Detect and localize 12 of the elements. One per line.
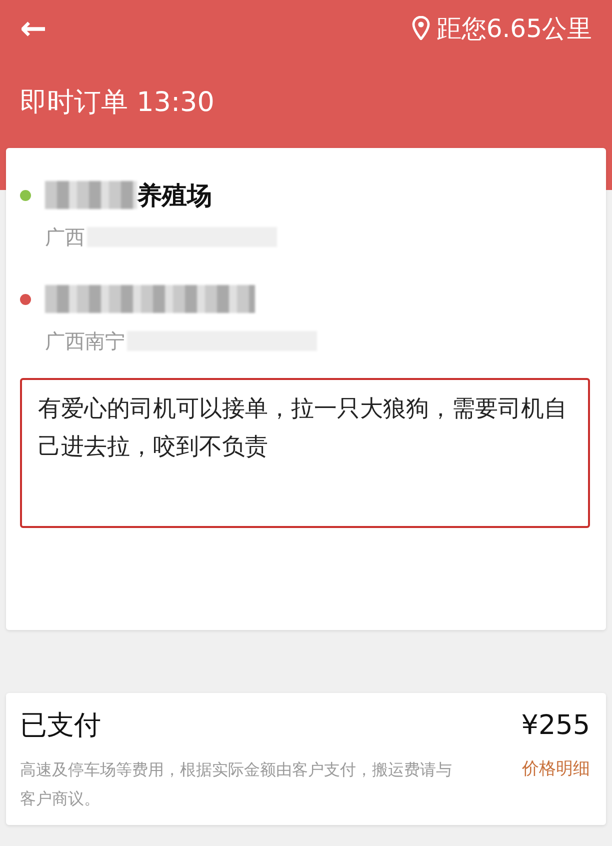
price-details-link[interactable]: 价格明细	[522, 755, 590, 813]
order-title: 即时订单 13:30	[20, 86, 216, 120]
price: ¥255	[521, 710, 590, 740]
fee-note: 高速及停车场等费用，根据实际金额由客户支付，搬运费请与客户商议。	[20, 759, 453, 810]
back-button[interactable]: ←	[20, 12, 47, 44]
location-pin-icon	[412, 16, 430, 40]
address-text: 广西南宁	[45, 328, 125, 354]
address-text: 广西	[45, 224, 85, 250]
order-note: 有爱心的司机可以接单，拉一只大狼狗，需要司机自己进去拉，咬到不负责	[20, 378, 590, 528]
payment-status: 已支付	[20, 709, 101, 743]
place-name: 养殖场	[137, 180, 212, 212]
distance-label: 距您6.65公里	[436, 12, 592, 44]
